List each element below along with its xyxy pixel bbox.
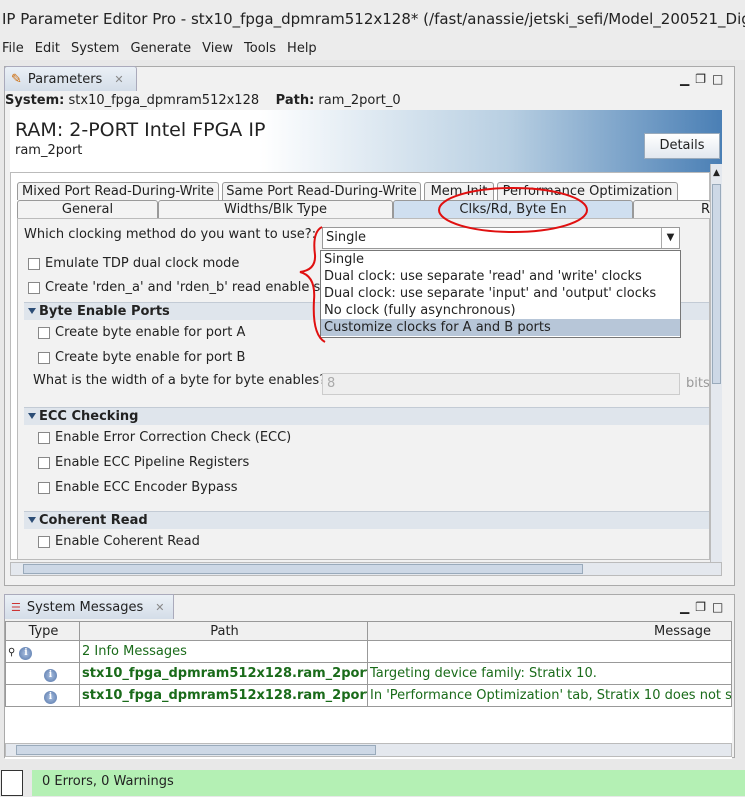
- scroll-thumb-h[interactable]: [16, 745, 376, 755]
- col-path[interactable]: Path: [79, 621, 368, 641]
- expand-icon[interactable]: ⚲: [8, 647, 15, 658]
- col-message[interactable]: Message: [367, 621, 732, 641]
- table-row[interactable]: ⚲ i 2 Info Messages: [5, 640, 732, 663]
- message-path: stx10_fpga_dpmram512x128.ram_2port_0: [79, 684, 368, 707]
- messages-window-controls: ▁ ❐ □: [680, 600, 723, 614]
- annotation-ellipse: [438, 187, 588, 233]
- message-text: Targeting device family: Stratix 10.: [367, 662, 732, 685]
- messages-table: Type Path Message ⚲ i 2 Info Messages i …: [5, 621, 732, 759]
- info-icon: i: [19, 646, 33, 660]
- group-label: 2 Info Messages: [79, 640, 368, 663]
- close-icon[interactable]: ✕: [155, 601, 164, 614]
- status-bar: 0 Errors, 0 Warnings: [32, 770, 745, 796]
- messages-hscrollbar[interactable]: [5, 743, 732, 757]
- info-icon: i: [44, 668, 57, 682]
- messages-icon: ☰: [11, 600, 21, 614]
- restore-icon[interactable]: ❐: [695, 600, 706, 614]
- messages-tab-label: System Messages: [26, 599, 144, 615]
- table-header: Type Path Message: [5, 621, 732, 641]
- message-path: stx10_fpga_dpmram512x128.ram_2port_0: [79, 662, 368, 685]
- table-row[interactable]: i stx10_fpga_dpmram512x128.ram_2port_0 I…: [5, 684, 732, 707]
- status-indicator: [1, 770, 23, 796]
- col-type[interactable]: Type: [5, 621, 80, 641]
- annotation-bracket: [299, 226, 326, 343]
- message-text: In 'Performance Optimization' tab, Strat…: [367, 684, 732, 707]
- messages-tab[interactable]: ☰ System Messages ✕: [4, 594, 174, 619]
- maximize-icon[interactable]: □: [712, 600, 723, 614]
- info-icon: i: [44, 690, 57, 704]
- minimize-icon[interactable]: ▁: [680, 600, 689, 614]
- table-row[interactable]: i stx10_fpga_dpmram512x128.ram_2port_0 T…: [5, 662, 732, 685]
